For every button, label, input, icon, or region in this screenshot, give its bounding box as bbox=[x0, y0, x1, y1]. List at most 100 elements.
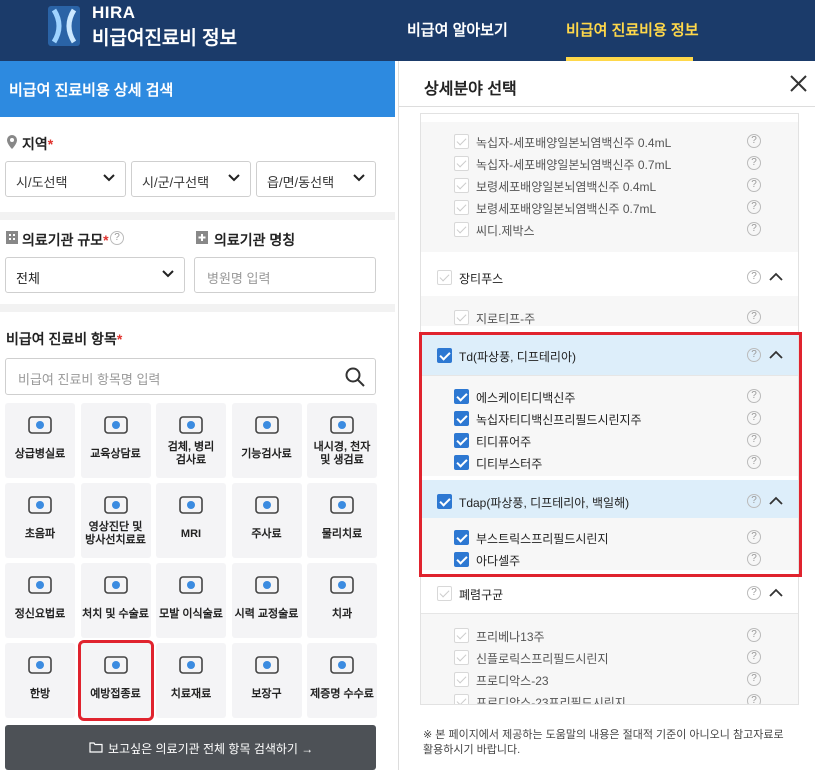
tile-label: 초음파 bbox=[24, 528, 56, 540]
tile-label: 치료재료 bbox=[170, 688, 212, 700]
region-label: 지역* bbox=[22, 136, 54, 152]
help-icon[interactable]: ? bbox=[110, 231, 124, 245]
tile-hospital-room[interactable]: 상급병실료 bbox=[5, 403, 75, 478]
tile-psychotherapy[interactable]: 정신요법료 bbox=[5, 563, 75, 638]
search-icon[interactable] bbox=[345, 367, 365, 387]
eupmyeondong-select[interactable]: 읍/면/동선택 bbox=[256, 161, 376, 197]
tile-endoscopy[interactable]: 내시경, 천자 및 생검료 bbox=[307, 403, 377, 478]
checkbox[interactable] bbox=[454, 222, 469, 237]
material-icon bbox=[179, 656, 203, 674]
wheelchair-icon bbox=[254, 656, 279, 674]
tile-label: 시력 교정술료 bbox=[234, 608, 299, 620]
tile-counseling[interactable]: 교육상담료 bbox=[80, 403, 151, 478]
help-icon[interactable]: ? bbox=[747, 310, 761, 324]
tile-label: 검체, 병리 검사료 bbox=[167, 441, 215, 466]
radiology-icon bbox=[103, 496, 128, 514]
item-label: 지로티프-주 bbox=[476, 312, 536, 326]
checkbox[interactable] bbox=[437, 586, 452, 601]
group-name: 장티푸스 bbox=[459, 272, 504, 286]
checkbox[interactable] bbox=[454, 672, 469, 687]
tile-radiology[interactable]: 영상진단 및 방사선치료료 bbox=[80, 483, 151, 558]
nav-noncovered-cost[interactable]: 비급여 진료비용 정보 bbox=[566, 19, 699, 40]
item-label: 보령세포배양일본뇌염백신주 0.4mL bbox=[476, 180, 657, 194]
help-icon[interactable]: ? bbox=[747, 134, 761, 148]
oriental-medicine-icon bbox=[28, 656, 52, 674]
item-label: 프리베나13주 bbox=[476, 630, 545, 644]
brand-title: 비급여진료비 정보 bbox=[92, 28, 238, 49]
sido-select[interactable]: 시/도선택 bbox=[5, 161, 126, 197]
help-icon[interactable]: ? bbox=[747, 694, 761, 704]
help-icon[interactable]: ? bbox=[747, 178, 761, 192]
item-search-input[interactable]: 비급여 진료비 항목명 입력 bbox=[5, 358, 376, 395]
search-panel-banner: 비급여 진료비용 상세 검색 bbox=[0, 61, 395, 117]
tile-physiotherapy[interactable]: 물리치료 bbox=[307, 483, 377, 558]
scale-select[interactable]: 전체 bbox=[5, 257, 185, 293]
help-icon[interactable]: ? bbox=[747, 156, 761, 170]
divider bbox=[0, 212, 395, 220]
help-icon[interactable]: ? bbox=[747, 650, 761, 664]
divider bbox=[399, 106, 815, 107]
help-icon[interactable]: ? bbox=[747, 586, 761, 600]
group-header[interactable]: 폐렴구균? bbox=[421, 572, 798, 614]
disclaimer-note: ※ 본 페이지에서 제공하는 도움말의 내용은 절대적 기준이 아니오니 참고자… bbox=[423, 729, 784, 756]
item-label: 프로디악스-23프리필드시린지 bbox=[476, 696, 626, 705]
checkbox[interactable] bbox=[454, 134, 469, 149]
tile-ultrasound[interactable]: 초음파 bbox=[5, 483, 75, 558]
tile-label: 예방접종료 bbox=[90, 688, 141, 700]
tile-specimen-test[interactable]: 검체, 병리 검사료 bbox=[156, 403, 226, 478]
endoscope-icon bbox=[330, 416, 354, 434]
checkbox[interactable] bbox=[454, 310, 469, 325]
divider bbox=[0, 304, 395, 312]
hospital-icon bbox=[196, 231, 208, 244]
checkbox[interactable] bbox=[454, 650, 469, 665]
help-icon[interactable]: ? bbox=[747, 200, 761, 214]
item-label: 녹십자-세포배양일본뇌염백신주 0.7mL bbox=[476, 158, 672, 172]
nav-noncovered-info[interactable]: 비급여 알아보기 bbox=[407, 19, 508, 40]
item-label: 보령세포배양일본뇌염백신주 0.7mL bbox=[476, 202, 657, 216]
tile-certificate[interactable]: 제증명 수수료 bbox=[307, 643, 377, 718]
tile-label: 상급병실료 bbox=[14, 448, 66, 460]
tile-injection[interactable]: 주사료 bbox=[231, 483, 302, 558]
checkbox[interactable] bbox=[454, 178, 469, 193]
tile-surgery[interactable]: 처치 및 수술료 bbox=[80, 563, 151, 638]
close-icon[interactable] bbox=[790, 75, 807, 92]
banner-title: 비급여 진료비용 상세 검색 bbox=[9, 82, 174, 99]
tile-oriental-medicine[interactable]: 한방 bbox=[5, 643, 75, 718]
chevron-up-icon[interactable] bbox=[769, 588, 783, 597]
chevron-down-icon bbox=[353, 173, 365, 183]
tile-vision-correction[interactable]: 시력 교정술료 bbox=[231, 563, 302, 638]
checkbox[interactable] bbox=[454, 156, 469, 171]
search-all-button[interactable]: 보고싶은 의료기관 전체 항목 검색하기 → bbox=[5, 725, 376, 770]
tile-label: 보장구 bbox=[251, 688, 282, 700]
checkbox[interactable] bbox=[454, 628, 469, 643]
tile-orthosis[interactable]: 보장구 bbox=[231, 643, 302, 718]
group-items: 녹십자-세포배양일본뇌염백신주 0.4mL? 녹십자-세포배양일본뇌염백신주 0.… bbox=[421, 122, 798, 252]
tile-hair-transplant[interactable]: 모발 이식술료 bbox=[156, 563, 226, 638]
tile-function-test[interactable]: 기능검사료 bbox=[231, 403, 302, 478]
group-items: 지로티프-주? bbox=[421, 296, 798, 326]
tile-label: 제증명 수수료 bbox=[310, 688, 374, 700]
highlight-box bbox=[419, 332, 802, 577]
checkbox[interactable] bbox=[454, 694, 469, 704]
tile-label: 주사료 bbox=[251, 528, 282, 540]
chevron-down-icon bbox=[103, 173, 115, 183]
help-icon[interactable]: ? bbox=[747, 672, 761, 686]
hospital-name-input[interactable]: 병원명 입력 bbox=[194, 257, 376, 293]
tile-label: MRI bbox=[180, 528, 202, 540]
help-icon[interactable]: ? bbox=[747, 270, 761, 284]
mri-icon bbox=[179, 496, 203, 514]
tile-label: 처치 및 수술료 bbox=[82, 608, 149, 620]
tile-mri[interactable]: MRI bbox=[156, 483, 226, 558]
tile-vaccination[interactable]: 예방접종료 bbox=[77, 640, 154, 721]
sigungu-select[interactable]: 시/군/구선택 bbox=[131, 161, 251, 197]
help-icon[interactable]: ? bbox=[747, 628, 761, 642]
checkbox[interactable] bbox=[454, 200, 469, 215]
chevron-up-icon[interactable] bbox=[769, 272, 783, 281]
tile-label: 기능검사료 bbox=[241, 448, 292, 460]
tile-treatment-material[interactable]: 치료재료 bbox=[156, 643, 226, 718]
items-label: 비급여 진료비 항목* bbox=[6, 331, 123, 347]
help-icon[interactable]: ? bbox=[747, 222, 761, 236]
group-header[interactable]: 장티푸스? bbox=[421, 256, 798, 298]
checkbox[interactable] bbox=[437, 270, 452, 285]
tile-dental[interactable]: 치과 bbox=[307, 563, 377, 638]
